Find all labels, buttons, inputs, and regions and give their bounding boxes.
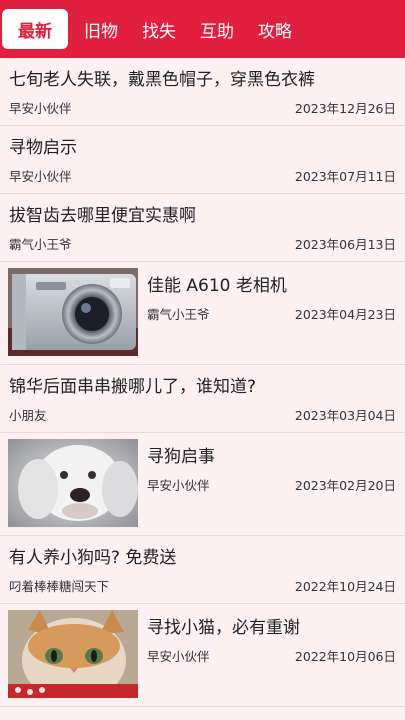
post-title: 七旬老人失联，戴黑色帽子，穿黑色衣裤: [9, 70, 315, 90]
post-author: 霸气小王爷: [9, 237, 72, 252]
post-date: 2023年07月11日: [294, 169, 396, 184]
post-date: 2022年10月06日: [294, 649, 396, 664]
tab-latest[interactable]: 最新: [2, 9, 68, 49]
list-item[interactable]: 寻狗启事 早安小伙伴 2023年02月20日: [0, 433, 405, 536]
list-item[interactable]: 七旬老人失联，戴黑色帽子，穿黑色衣裤 早安小伙伴 2023年12月26日: [0, 58, 405, 126]
post-title: 拔智齿去哪里便宜实惠啊: [9, 206, 196, 226]
list-item[interactable]: 寻物启示 早安小伙伴 2023年07月11日: [0, 126, 405, 194]
list-item[interactable]: 有人养小狗吗? 免费送 叼着棒棒糖闯天下 2022年10月24日: [0, 536, 405, 604]
top-tab-bar: 最新 旧物 找失 互助 攻略: [0, 0, 405, 58]
post-date: 2023年02月20日: [294, 478, 396, 493]
post-title: 锦华后面串串搬哪儿了，谁知道?: [9, 377, 257, 397]
tab-guides[interactable]: 攻略: [246, 9, 304, 49]
list-item[interactable]: 锦华后面串串搬哪儿了，谁知道? 小朋友 2023年03月04日: [0, 365, 405, 433]
list-item[interactable]: 佳能 A610 老相机 霸气小王爷 2023年04月23日: [0, 262, 405, 365]
list-item[interactable]: 寻找小猫，必有重谢 早安小伙伴 2022年10月06日: [0, 604, 405, 707]
cat-photo: [8, 610, 138, 698]
post-date: 2023年03月04日: [294, 408, 396, 423]
tab-mutual-help[interactable]: 互助: [188, 9, 246, 49]
post-author: 霸气小王爷: [147, 307, 210, 322]
post-date: 2023年04月23日: [294, 307, 396, 322]
post-title: 寻物启示: [9, 138, 77, 158]
camera-photo: [8, 268, 138, 356]
post-author: 早安小伙伴: [9, 169, 72, 184]
post-author: 早安小伙伴: [147, 478, 210, 493]
post-date: 2023年06月13日: [294, 237, 396, 252]
tab-lost-found[interactable]: 找失: [130, 9, 188, 49]
post-title: 寻找小猫，必有重谢: [147, 618, 300, 638]
post-author: 叼着棒棒糖闯天下: [9, 579, 110, 594]
post-title: 佳能 A610 老相机: [147, 276, 287, 296]
post-author: 小朋友: [9, 408, 47, 423]
post-date: 2022年10月24日: [294, 579, 396, 594]
post-author: 早安小伙伴: [9, 101, 72, 116]
tab-used-items[interactable]: 旧物: [72, 9, 130, 49]
post-date: 2023年12月26日: [294, 101, 396, 116]
post-title: 寻狗启事: [147, 447, 215, 467]
post-title: 有人养小狗吗? 免费送: [9, 548, 177, 568]
list-item[interactable]: 拔智齿去哪里便宜实惠啊 霸气小王爷 2023年06月13日: [0, 194, 405, 262]
post-author: 早安小伙伴: [147, 649, 210, 664]
dog-photo: [8, 439, 138, 527]
post-list: 七旬老人失联，戴黑色帽子，穿黑色衣裤 早安小伙伴 2023年12月26日 寻物启…: [0, 58, 405, 707]
